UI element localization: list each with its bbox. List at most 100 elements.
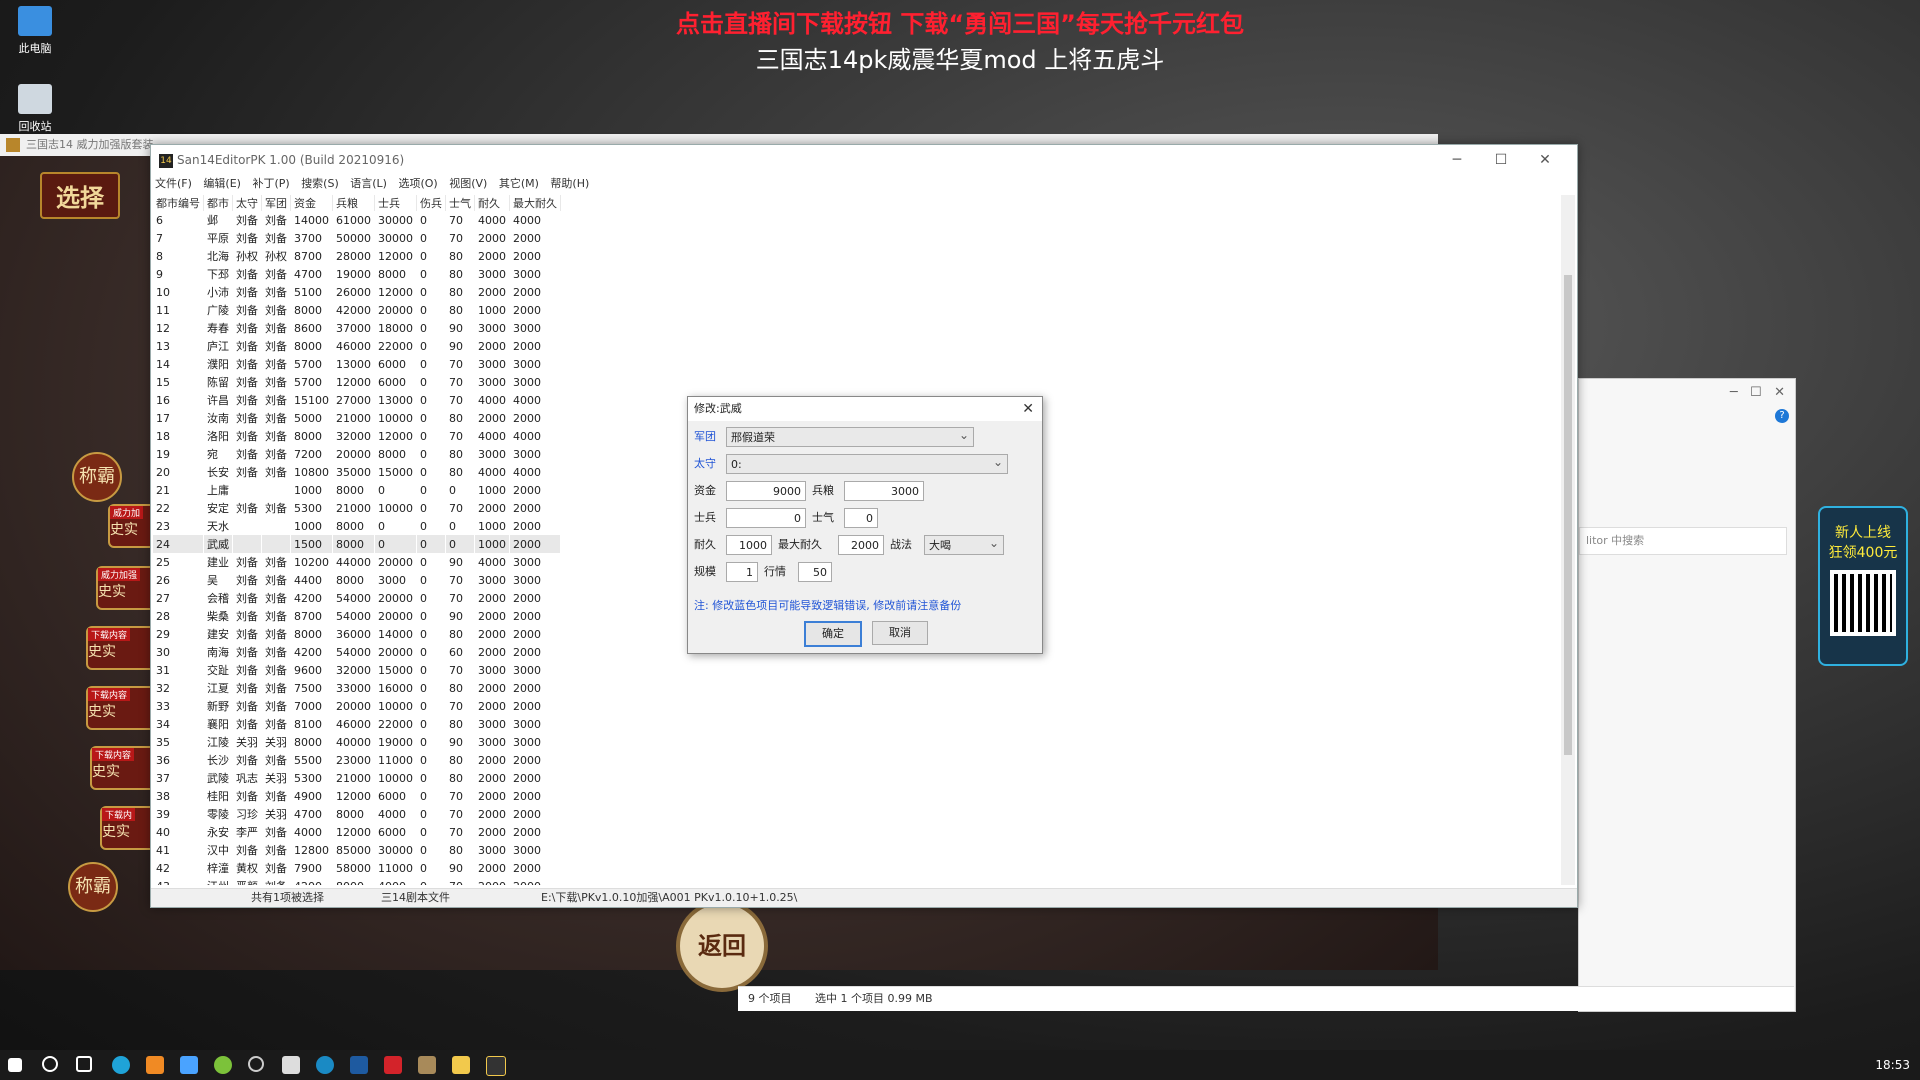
table-row[interactable]: 9 下邳 刘备 刘备 4700 19000 8000 0 80 3000 3000 xyxy=(153,265,561,283)
table-row[interactable]: 39 零陵 习珍 关羽 4700 8000 4000 0 70 2000 2000 xyxy=(153,805,561,823)
table-row[interactable]: 15 陈留 刘备 刘备 5700 12000 6000 0 70 3000 3000 xyxy=(153,373,561,391)
table-row[interactable]: 19 宛刘备 刘备 7200 20000 8000 0 80 3000 3000 xyxy=(153,445,561,463)
table-row[interactable]: 12 寿春 刘备 刘备 8600 37000 18000 0 90 3000 3000 xyxy=(153,319,561,337)
table-row[interactable]: 36 长沙 刘备 刘备 5500 23000 11000 0 80 2000 2000 xyxy=(153,751,561,769)
game-app-icon[interactable] xyxy=(418,1056,436,1074)
ok-button[interactable]: 确定 xyxy=(804,621,862,647)
table-row[interactable]: 13 庐江 刘备 刘备 8000 46000 22000 0 90 2000 2000 xyxy=(153,337,561,355)
table-row[interactable]: 38 桂阳 刘备 刘备 4900 12000 6000 0 70 2000 2000 xyxy=(153,787,561,805)
food-input[interactable]: 3000 xyxy=(844,481,924,501)
help-icon[interactable]: ? xyxy=(1775,409,1789,423)
menu-file[interactable]: 文件(F) xyxy=(155,177,192,190)
table-row[interactable]: 24 武威 1500 8000 0 0 0 1000 2000 xyxy=(153,535,561,553)
table-row[interactable]: 8 北海 孙权 孙权 8700 28000 12000 0 80 2000 2000 xyxy=(153,247,561,265)
app-icon[interactable] xyxy=(248,1056,264,1072)
table-row[interactable]: 41 汉中 刘备 刘备 12800 85000 30000 0 80 3000 3000 xyxy=(153,841,561,859)
table-row[interactable]: 22 安定 刘备 刘备 5300 21000 10000 0 70 2000 2000 xyxy=(153,499,561,517)
menu-options[interactable]: 选项(O) xyxy=(398,177,437,190)
scrollbar-thumb[interactable] xyxy=(1564,275,1572,755)
column-header[interactable]: 伤兵 xyxy=(416,195,446,211)
column-header[interactable]: 耐久 xyxy=(474,195,510,211)
desktop-icon-recycle-bin[interactable]: 回收站 xyxy=(0,84,70,134)
menu-language[interactable]: 语言(L) xyxy=(350,177,387,190)
app-icon[interactable] xyxy=(214,1056,232,1074)
column-header[interactable]: 兵粮 xyxy=(332,195,375,211)
table-row[interactable]: 29 建安 刘备 刘备 8000 36000 14000 0 80 2000 2000 xyxy=(153,625,561,643)
column-header[interactable]: 士兵 xyxy=(374,195,417,211)
column-header[interactable]: 士气 xyxy=(445,195,475,211)
table-row[interactable]: 14 濮阳 刘备 刘备 5700 13000 6000 0 70 3000 3000 xyxy=(153,355,561,373)
table-row[interactable]: 40 永安 李严 刘备 4000 12000 6000 0 70 2000 2000 xyxy=(153,823,561,841)
menu-patch[interactable]: 补丁(P) xyxy=(252,177,289,190)
table-row[interactable]: 34 襄阳 刘备 刘备 8100 46000 22000 0 80 3000 3000 xyxy=(153,715,561,733)
table-row[interactable]: 30 南海 刘备 刘备 4200 54000 20000 0 60 2000 2000 xyxy=(153,643,561,661)
cancel-button[interactable]: 取消 xyxy=(872,621,928,645)
table-row[interactable]: 10 小沛 刘备 刘备 5100 26000 12000 0 80 2000 2000 xyxy=(153,283,561,301)
table-row[interactable]: 32 江夏 刘备 刘备 7500 33000 16000 0 80 2000 2000 xyxy=(153,679,561,697)
table-row[interactable]: 37 武陵 巩志 关羽 5300 21000 10000 0 80 2000 2000 xyxy=(153,769,561,787)
menu-view[interactable]: 视图(V) xyxy=(449,177,487,190)
minimize-icon[interactable]: ─ xyxy=(1435,145,1479,175)
table-row[interactable]: 26 吴刘备 刘备 4400 8000 3000 0 70 3000 3000 xyxy=(153,571,561,589)
table-row[interactable]: 18 洛阳 刘备 刘备 8000 32000 12000 0 70 4000 4000 xyxy=(153,427,561,445)
explorer-window-controls[interactable]: ─ ☐ ✕ xyxy=(1730,385,1785,400)
table-row[interactable]: 27 会稽 刘备 刘备 4200 54000 20000 0 70 2000 2000 xyxy=(153,589,561,607)
close-icon[interactable]: ✕ xyxy=(1022,397,1034,421)
table-row[interactable]: 6 邺刘备 刘备 14000 61000 30000 0 70 4000 4000 xyxy=(153,211,561,229)
app-icon[interactable] xyxy=(282,1056,300,1074)
table-row[interactable]: 28 柴桑 刘备 刘备 8700 54000 20000 0 90 2000 2000 xyxy=(153,607,561,625)
close-icon[interactable]: ✕ xyxy=(1523,145,1567,175)
column-header[interactable]: 都市 xyxy=(203,195,233,211)
gold-input[interactable]: 9000 xyxy=(726,481,806,501)
max-durability-input[interactable]: 2000 xyxy=(838,535,884,555)
table-row[interactable]: 7 平原 刘备 刘备 3700 50000 30000 0 70 2000 2000 xyxy=(153,229,561,247)
table-row[interactable]: 42 梓潼 黄权 刘备 7900 58000 11000 0 90 2000 2000 xyxy=(153,859,561,877)
file-explorer-icon[interactable] xyxy=(452,1056,470,1074)
column-header[interactable]: 最大耐久 xyxy=(509,195,561,211)
corps-select[interactable]: 邢假道荣 xyxy=(726,425,974,447)
governor-select[interactable]: 0: xyxy=(726,452,1008,474)
column-header[interactable]: 太守 xyxy=(232,195,262,211)
menu-help[interactable]: 帮助(H) xyxy=(550,177,589,190)
table-row[interactable]: 35 江陵 关羽 关羽 8000 40000 19000 0 90 3000 3000 xyxy=(153,733,561,751)
trend-input[interactable]: 50 xyxy=(798,562,832,582)
table-row[interactable]: 16 许昌 刘备 刘备 15100 27000 13000 0 70 4000 4000 xyxy=(153,391,561,409)
table-row[interactable]: 25 建业 刘备 刘备 10200 44000 20000 0 90 4000 3000 xyxy=(153,553,561,571)
scale-input[interactable]: 1 xyxy=(726,562,758,582)
morale-input[interactable]: 0 xyxy=(844,508,878,528)
menu-edit[interactable]: 编辑(E) xyxy=(203,177,241,190)
troops-input[interactable]: 0 xyxy=(726,508,806,528)
table-row[interactable]: 43江州严颜刘备42008000400007020002000 xyxy=(153,877,561,885)
menu-other[interactable]: 其它(M) xyxy=(499,177,539,190)
column-header[interactable]: 都市编号 xyxy=(153,195,204,211)
table-row[interactable]: 20 长安 刘备 刘备 10800 35000 15000 0 80 4000 4000 xyxy=(153,463,561,481)
column-header[interactable]: 军团 xyxy=(261,195,291,211)
app-icon[interactable] xyxy=(180,1056,198,1074)
game-badge[interactable]: 称霸 xyxy=(68,862,118,912)
game-back-button[interactable]: 返回 xyxy=(676,900,768,992)
search-icon[interactable] xyxy=(42,1056,58,1072)
table-row[interactable]: 23 天水 1000 8000 0 0 0 1000 2000 xyxy=(153,517,561,535)
tactic-select[interactable]: 大喝 xyxy=(924,533,1004,555)
menu-search[interactable]: 搜索(S) xyxy=(301,177,339,190)
column-header[interactable]: 资金 xyxy=(290,195,333,211)
vertical-scrollbar[interactable] xyxy=(1561,195,1575,885)
table-row[interactable]: 11 广陵 刘备 刘备 8000 42000 20000 0 80 1000 2000 xyxy=(153,301,561,319)
game-scenario-tile[interactable]: 下载内容 史实 xyxy=(86,626,160,670)
game-badge[interactable]: 称霸 xyxy=(72,452,122,502)
app-icon[interactable] xyxy=(316,1056,334,1074)
windows-start-icon[interactable] xyxy=(8,1058,22,1072)
app-icon[interactable] xyxy=(350,1056,368,1074)
wps-icon[interactable] xyxy=(384,1056,402,1074)
game-scenario-tile[interactable]: 下载内容 史实 xyxy=(86,686,160,730)
task-view-icon[interactable] xyxy=(76,1056,92,1072)
editor-taskbar-icon[interactable] xyxy=(486,1056,506,1076)
table-row[interactable]: 17 汝南 刘备 刘备 5000 21000 10000 0 80 2000 2000 xyxy=(153,409,561,427)
app-icon[interactable] xyxy=(146,1056,164,1074)
table-row[interactable]: 21 上庸 1000 8000 0 0 0 1000 2000 xyxy=(153,481,561,499)
table-row[interactable]: 33 新野 刘备 刘备 7000 20000 10000 0 70 2000 2000 xyxy=(153,697,561,715)
editor-titlebar[interactable]: 14 San14EditorPK 1.00 (Build 20210916) xyxy=(151,145,1577,175)
durability-input[interactable]: 1000 xyxy=(726,535,772,555)
edge-browser-icon[interactable] xyxy=(112,1056,130,1074)
promo-qr-panel[interactable]: 新人上线 狂领400元 xyxy=(1818,506,1908,666)
